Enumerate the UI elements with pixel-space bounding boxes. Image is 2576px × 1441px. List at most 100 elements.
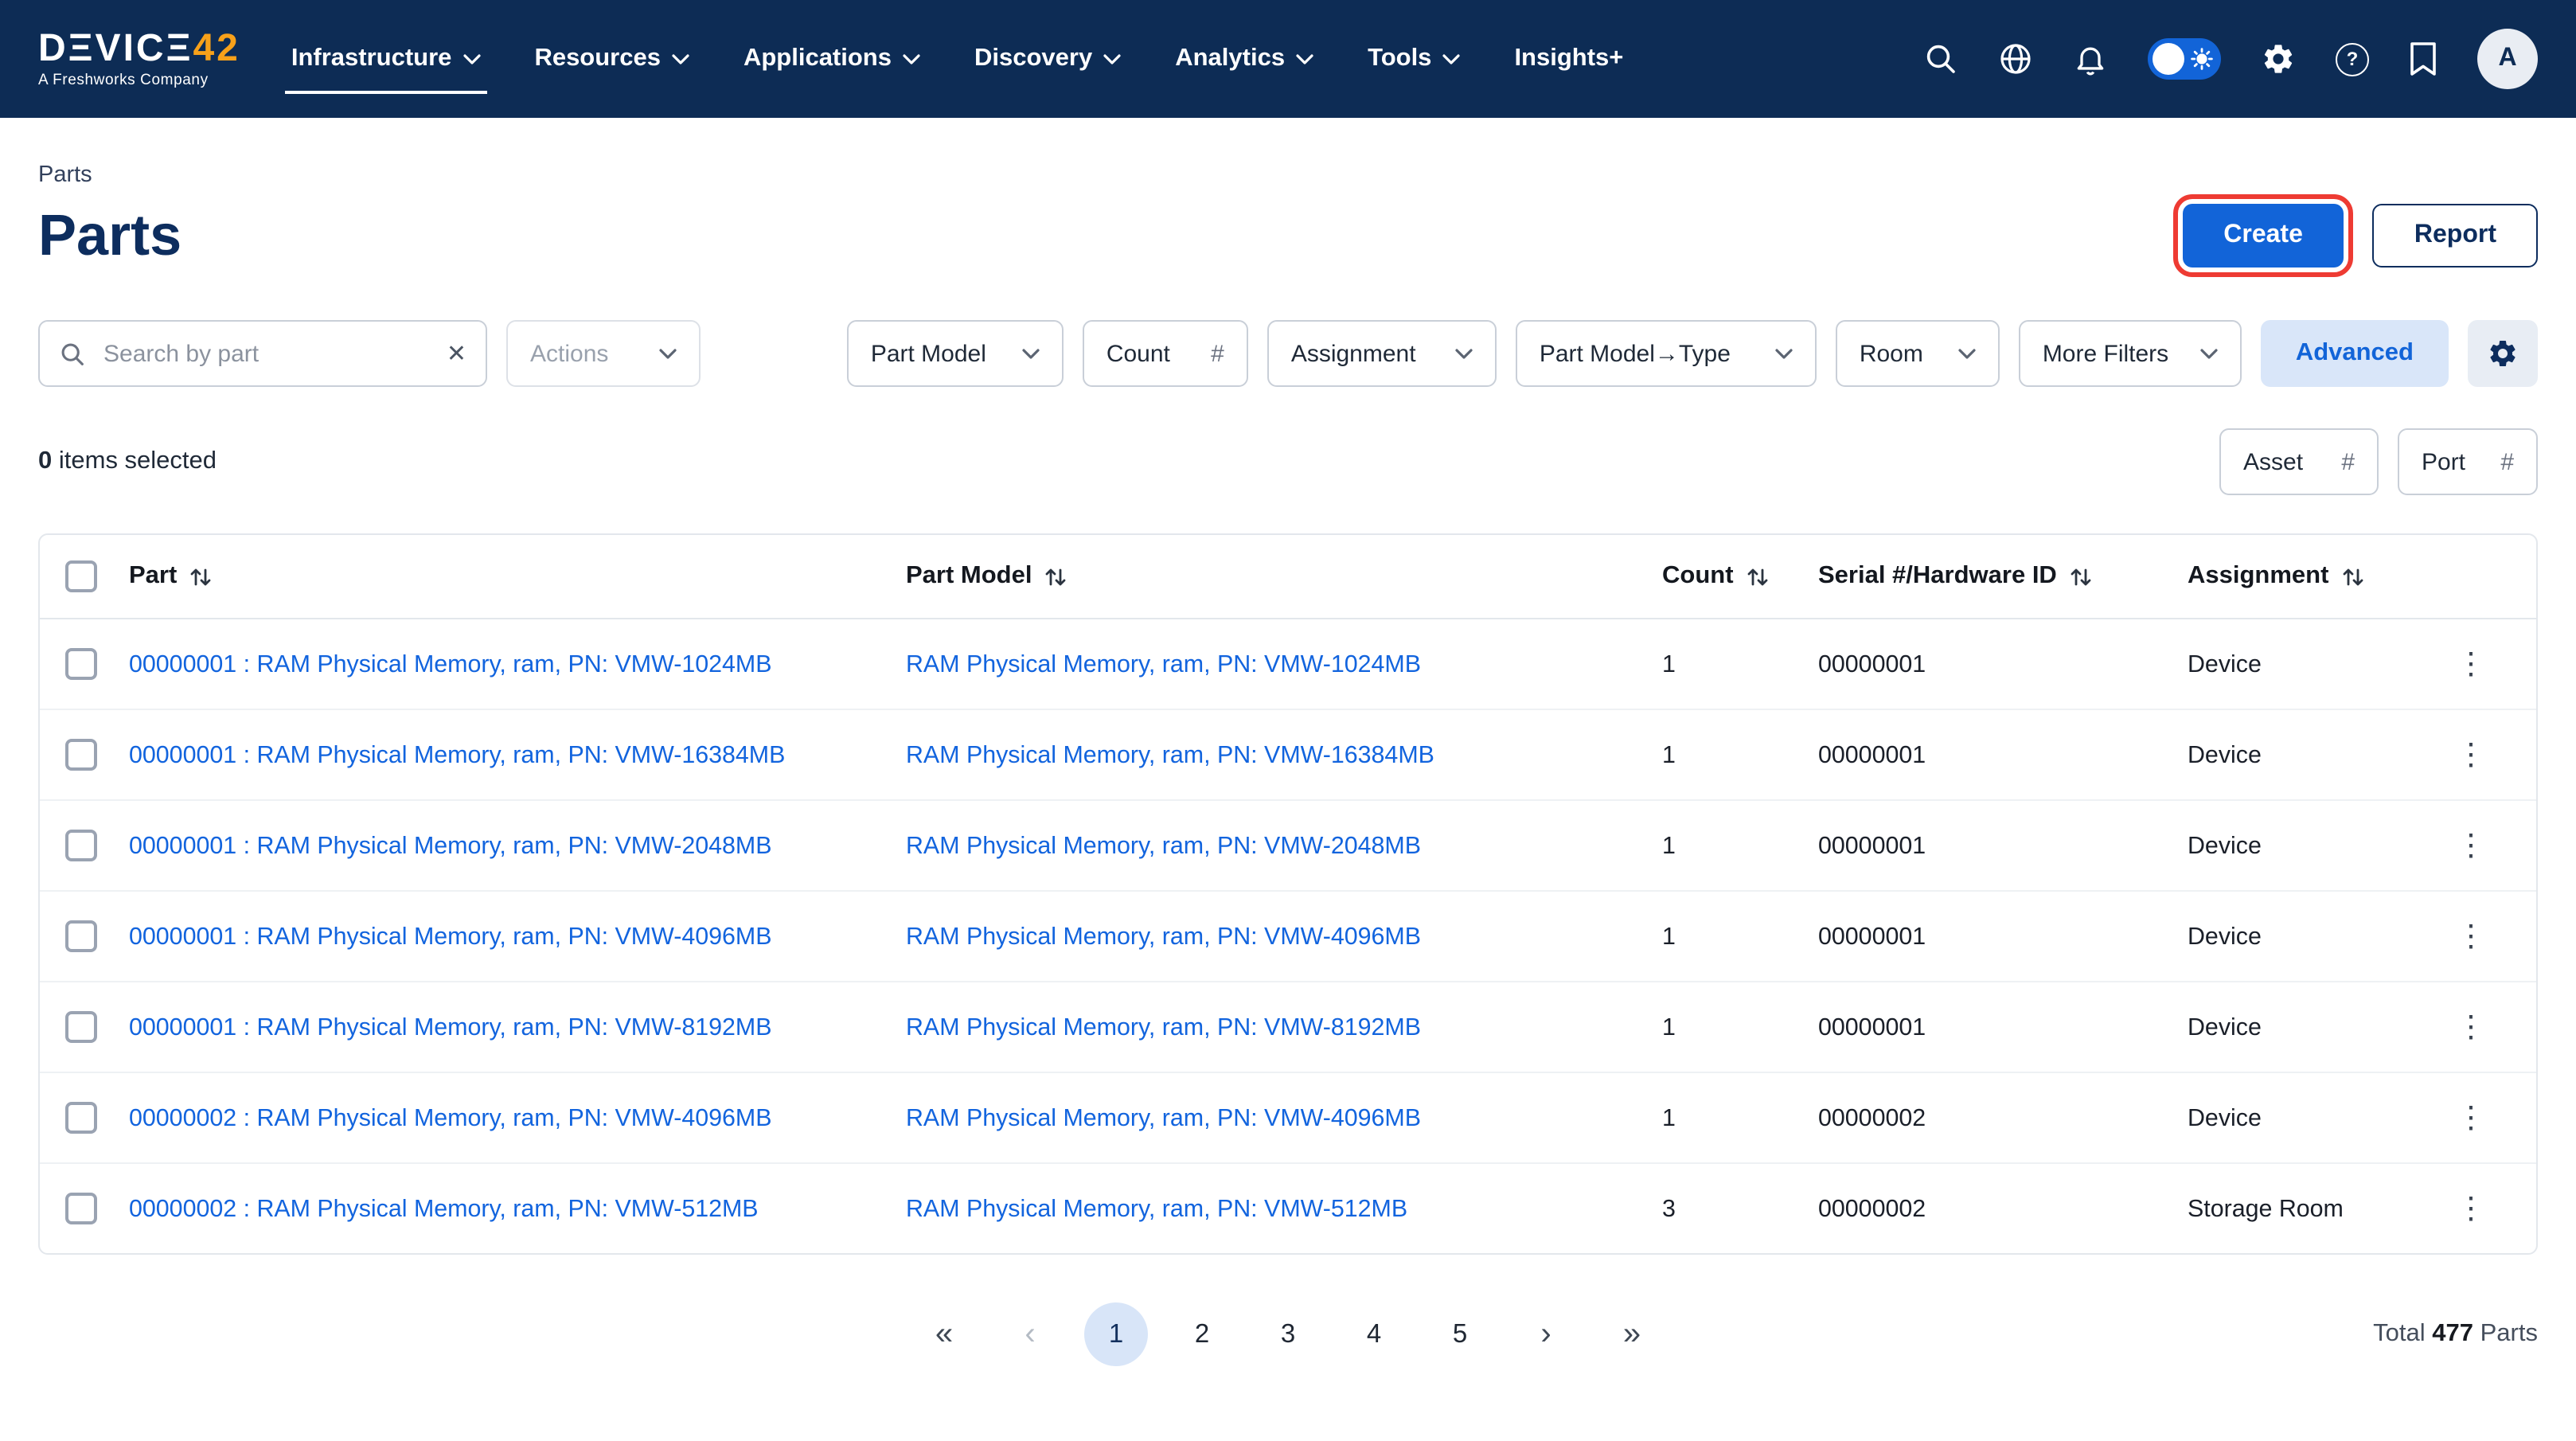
nav-item-tools[interactable]: Tools bbox=[1368, 0, 1460, 118]
column-header-assignment[interactable]: Assignment bbox=[2188, 562, 2406, 591]
search-icon[interactable] bbox=[1923, 41, 1958, 76]
row-checkbox[interactable] bbox=[65, 739, 97, 771]
logo-tagline: A Freshworks Company bbox=[38, 73, 240, 88]
logo[interactable]: DΞVICΞ42 A Freshworks Company bbox=[38, 30, 240, 88]
filter-label: More Filters bbox=[2043, 340, 2168, 367]
search-input[interactable] bbox=[100, 338, 432, 369]
part-model-type-filter-dropdown[interactable]: Part Model→Type bbox=[1516, 320, 1817, 387]
part-link[interactable]: 00000001 : RAM Physical Memory, ram, PN:… bbox=[129, 741, 906, 768]
page-header: Parts Create Report bbox=[38, 201, 2538, 269]
part-link[interactable]: 00000001 : RAM Physical Memory, ram, PN:… bbox=[129, 832, 906, 859]
help-icon[interactable]: ? bbox=[2336, 42, 2369, 76]
first-page-button[interactable]: « bbox=[912, 1302, 976, 1366]
part-model-link[interactable]: RAM Physical Memory, ram, PN: VMW-4096MB bbox=[906, 1104, 1662, 1131]
page-button-4[interactable]: 4 bbox=[1342, 1302, 1406, 1366]
row-checkbox[interactable] bbox=[65, 1011, 97, 1043]
row-checkbox[interactable] bbox=[65, 1193, 97, 1224]
assignment-filter-dropdown[interactable]: Assignment bbox=[1267, 320, 1497, 387]
count-cell: 1 bbox=[1662, 1013, 1818, 1041]
column-header-serial[interactable]: Serial #/Hardware ID bbox=[1818, 562, 2188, 591]
asset-filter[interactable]: Asset # bbox=[2219, 428, 2379, 495]
numeric-filters: Asset # Port # bbox=[2219, 428, 2538, 495]
last-page-button[interactable]: » bbox=[1600, 1302, 1664, 1366]
topbar-actions: ? A bbox=[1923, 29, 2538, 89]
row-checkbox[interactable] bbox=[65, 920, 97, 952]
row-actions-kebab-icon[interactable]: ⋮ bbox=[2456, 921, 2486, 951]
count-cell: 1 bbox=[1662, 832, 1818, 859]
globe-icon[interactable] bbox=[1998, 41, 2033, 76]
nav-item-applications[interactable]: Applications bbox=[744, 0, 920, 118]
row-checkbox[interactable] bbox=[65, 1102, 97, 1134]
next-page-button[interactable]: › bbox=[1514, 1302, 1578, 1366]
page-button-2[interactable]: 2 bbox=[1170, 1302, 1234, 1366]
select-all-checkbox[interactable] bbox=[65, 560, 97, 592]
part-model-filter-dropdown[interactable]: Part Model bbox=[847, 320, 1064, 387]
row-actions-kebab-icon[interactable]: ⋮ bbox=[2456, 1103, 2486, 1133]
column-header-count[interactable]: Count bbox=[1662, 562, 1818, 591]
nav-item-discovery[interactable]: Discovery bbox=[974, 0, 1121, 118]
clear-search-icon[interactable]: ✕ bbox=[447, 339, 466, 368]
chevron-down-icon bbox=[1958, 348, 1976, 359]
nav-item-analytics[interactable]: Analytics bbox=[1175, 0, 1313, 118]
row-checkbox[interactable] bbox=[65, 648, 97, 680]
bookmark-icon[interactable] bbox=[2409, 41, 2437, 76]
part-link[interactable]: 00000001 : RAM Physical Memory, ram, PN:… bbox=[129, 923, 906, 950]
chevron-down-icon bbox=[1022, 348, 1040, 359]
chevron-down-icon bbox=[2200, 348, 2218, 359]
total-count: Total 477 Parts bbox=[2373, 1320, 2538, 1349]
column-header-part-model[interactable]: Part Model bbox=[906, 562, 1662, 591]
part-model-link[interactable]: RAM Physical Memory, ram, PN: VMW-16384M… bbox=[906, 741, 1662, 768]
table-settings-gear-icon[interactable] bbox=[2468, 320, 2538, 387]
table-row: 00000002 : RAM Physical Memory, ram, PN:… bbox=[40, 1073, 2536, 1164]
report-button[interactable]: Report bbox=[2373, 203, 2538, 267]
row-actions-kebab-icon[interactable]: ⋮ bbox=[2456, 740, 2486, 770]
advanced-button[interactable]: Advanced bbox=[2261, 320, 2449, 387]
row-actions-kebab-icon[interactable]: ⋮ bbox=[2456, 649, 2486, 679]
serial-cell: 00000001 bbox=[1818, 741, 2188, 768]
part-model-link[interactable]: RAM Physical Memory, ram, PN: VMW-512MB bbox=[906, 1195, 1662, 1222]
page-button-3[interactable]: 3 bbox=[1256, 1302, 1320, 1366]
nav-item-insights[interactable]: Insights+ bbox=[1514, 0, 1623, 118]
user-avatar[interactable]: A bbox=[2477, 29, 2538, 89]
part-model-link[interactable]: RAM Physical Memory, ram, PN: VMW-4096MB bbox=[906, 923, 1662, 950]
part-model-link[interactable]: RAM Physical Memory, ram, PN: VMW-2048MB bbox=[906, 832, 1662, 859]
column-label: Assignment bbox=[2188, 562, 2328, 591]
part-link[interactable]: 00000001 : RAM Physical Memory, ram, PN:… bbox=[129, 1013, 906, 1041]
row-checkbox[interactable] bbox=[65, 830, 97, 861]
chevron-down-icon bbox=[672, 53, 689, 64]
filter-label: Asset bbox=[2243, 448, 2303, 475]
selection-row: 0 items selected Asset # Port # bbox=[38, 428, 2538, 495]
part-model-link[interactable]: RAM Physical Memory, ram, PN: VMW-1024MB bbox=[906, 650, 1662, 678]
settings-gear-icon[interactable] bbox=[2261, 41, 2296, 76]
actions-dropdown[interactable]: Actions bbox=[506, 320, 701, 387]
create-button[interactable]: Create bbox=[2182, 203, 2344, 267]
prev-page-button[interactable]: ‹ bbox=[998, 1302, 1062, 1366]
chevron-down-icon bbox=[1775, 348, 1793, 359]
nav-item-resources[interactable]: Resources bbox=[534, 0, 689, 118]
count-filter[interactable]: Count # bbox=[1083, 320, 1248, 387]
chevron-down-icon bbox=[903, 53, 920, 64]
page-button-5[interactable]: 5 bbox=[1428, 1302, 1492, 1366]
nav-item-infrastructure[interactable]: Infrastructure bbox=[291, 0, 481, 118]
search-box[interactable]: ✕ bbox=[38, 320, 487, 387]
part-link[interactable]: 00000002 : RAM Physical Memory, ram, PN:… bbox=[129, 1104, 906, 1131]
page-button-1[interactable]: 1 bbox=[1084, 1302, 1148, 1366]
theme-toggle[interactable] bbox=[2148, 38, 2221, 80]
filter-label: Part Model bbox=[871, 340, 986, 367]
table-row: 00000001 : RAM Physical Memory, ram, PN:… bbox=[40, 982, 2536, 1073]
room-filter-dropdown[interactable]: Room bbox=[1836, 320, 2000, 387]
main-content: Parts Parts Create Report ✕ Actions Part… bbox=[0, 162, 2576, 1366]
row-actions-kebab-icon[interactable]: ⋮ bbox=[2456, 1193, 2486, 1224]
part-link[interactable]: 00000002 : RAM Physical Memory, ram, PN:… bbox=[129, 1195, 906, 1222]
breadcrumb[interactable]: Parts bbox=[38, 162, 2538, 188]
more-filters-dropdown[interactable]: More Filters bbox=[2019, 320, 2242, 387]
row-actions-kebab-icon[interactable]: ⋮ bbox=[2456, 830, 2486, 861]
port-filter[interactable]: Port # bbox=[2398, 428, 2538, 495]
column-header-part[interactable]: Part bbox=[129, 562, 906, 591]
assignment-cell: Device bbox=[2188, 650, 2406, 678]
notifications-bell-icon[interactable] bbox=[2073, 41, 2108, 76]
sort-icon bbox=[2341, 566, 2363, 587]
row-actions-kebab-icon[interactable]: ⋮ bbox=[2456, 1012, 2486, 1042]
part-model-link[interactable]: RAM Physical Memory, ram, PN: VMW-8192MB bbox=[906, 1013, 1662, 1041]
part-link[interactable]: 00000001 : RAM Physical Memory, ram, PN:… bbox=[129, 650, 906, 678]
